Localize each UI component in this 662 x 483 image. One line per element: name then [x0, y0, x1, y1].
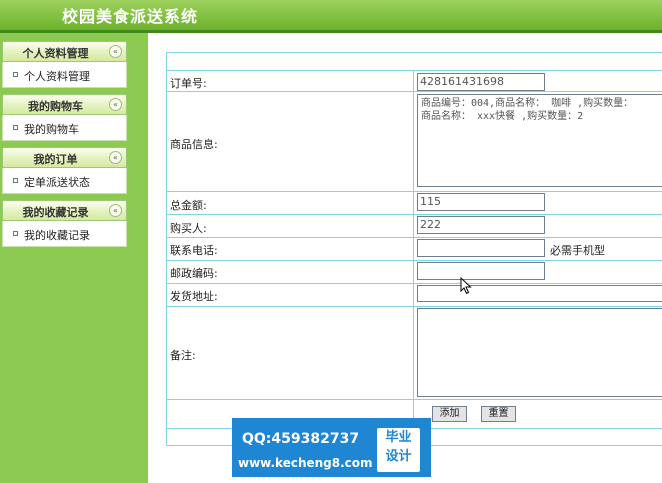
address-field[interactable] [417, 285, 662, 302]
table-border [166, 52, 167, 446]
bullet-icon [13, 125, 18, 130]
collapse-icon[interactable]: « [109, 204, 122, 217]
address-label: 发货地址: [170, 290, 218, 303]
table-border [166, 191, 662, 192]
menu-header-favorites[interactable]: 我的收藏记录 « [2, 200, 127, 221]
menu-header-profile[interactable]: 个人资料管理 « [2, 41, 127, 62]
phone-label: 联系电话: [170, 244, 218, 257]
watermark-badge-line2: 设计 [385, 449, 412, 464]
bullet-icon [13, 231, 18, 236]
remark-textarea[interactable] [417, 308, 662, 397]
buyer-label: 购买人: [170, 222, 207, 235]
order-no-label: 订单号: [170, 77, 207, 90]
watermark-banner: QQ:459382737 www.kecheng8.com 毕业 设计 [232, 418, 431, 477]
total-field[interactable]: 115 [417, 193, 545, 211]
add-button[interactable]: 添加 [432, 406, 467, 422]
postcode-label: 邮政编码: [170, 267, 218, 280]
watermark-badge: 毕业 设计 [377, 428, 420, 472]
postcode-field[interactable] [417, 262, 545, 280]
main-content: 订单号: 428161431698 商品信息: 商品编号：004,商品名称： 咖… [148, 33, 662, 483]
sidebar-item-order-status[interactable]: 定单派送状态 [2, 168, 127, 194]
reset-button[interactable]: 重置 [481, 406, 516, 422]
collapse-icon[interactable]: « [109, 45, 122, 58]
table-border [166, 214, 662, 215]
menu-header-cart[interactable]: 我的购物车 « [2, 94, 127, 115]
sidebar: 个人资料管理 « 个人资料管理 我的购物车 « 我的购物车 我的订单 « 定单派… [0, 33, 148, 483]
collapse-icon[interactable]: « [109, 98, 122, 111]
phone-field[interactable] [417, 239, 545, 257]
menu-header-label: 我的购物车 [28, 100, 83, 113]
bullet-icon [13, 72, 18, 77]
bullet-icon [13, 178, 18, 183]
table-border [166, 399, 662, 400]
menu-header-label: 我的订单 [33, 153, 78, 166]
phone-hint: 必需手机型 [550, 244, 605, 257]
sidebar-item-profile[interactable]: 个人资料管理 [2, 62, 127, 88]
table-border [166, 306, 662, 307]
menu-header-orders[interactable]: 我的订单 « [2, 147, 127, 168]
sidebar-item-label: 个人资料管理 [24, 70, 90, 83]
goods-info-label: 商品信息: [170, 138, 218, 151]
app-title: 校园美食派送系统 [62, 7, 199, 26]
order-no-field[interactable]: 428161431698 [417, 73, 545, 91]
table-border [166, 283, 662, 284]
app-header: 校园美食派送系统 [0, 0, 662, 30]
menu-header-label: 个人资料管理 [22, 47, 89, 60]
sidebar-item-label: 我的收藏记录 [24, 229, 90, 242]
sidebar-item-cart[interactable]: 我的购物车 [2, 115, 127, 141]
menu-group-profile: 个人资料管理 « 个人资料管理 [2, 41, 127, 88]
sidebar-item-favorites[interactable]: 我的收藏记录 [2, 221, 127, 247]
watermark-qq: QQ:459382737 [242, 431, 360, 447]
table-border [166, 237, 662, 238]
table-border [166, 91, 662, 92]
goods-info-textarea[interactable]: 商品编号：004,商品名称： 咖啡 ,购买数量： 商品名称： xxx快餐 ,购买… [417, 94, 662, 187]
menu-group-cart: 我的购物车 « 我的购物车 [2, 94, 127, 141]
remark-label: 备注: [170, 349, 196, 362]
menu-group-favorites: 我的收藏记录 « 我的收藏记录 [2, 200, 127, 247]
watermark-site: www.kecheng8.com [238, 456, 373, 470]
menu-header-label: 我的收藏记录 [22, 206, 89, 219]
collapse-icon[interactable]: « [109, 151, 122, 164]
table-border [166, 52, 662, 53]
table-border [413, 70, 414, 428]
menu-group-orders: 我的订单 « 定单派送状态 [2, 147, 127, 194]
total-label: 总金额: [170, 199, 207, 212]
sidebar-item-label: 我的购物车 [24, 123, 79, 136]
table-border [166, 260, 662, 261]
watermark-badge-line1: 毕业 [385, 430, 412, 445]
mouse-cursor-icon [460, 277, 472, 295]
sidebar-item-label: 定单派送状态 [24, 176, 90, 189]
table-border [166, 70, 662, 71]
buyer-field[interactable]: 222 [417, 216, 545, 234]
